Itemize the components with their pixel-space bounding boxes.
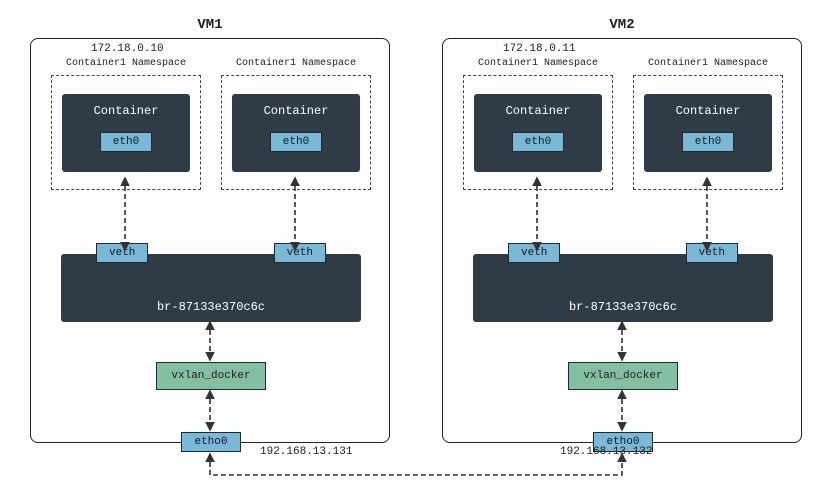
eth0-icon: eth0 xyxy=(100,132,152,152)
bridge-name: br-87133e370c6c xyxy=(473,300,773,314)
network-diagram: VM1 172.18.0.10 Container1 Namespace Con… xyxy=(0,0,830,500)
vm2-ns2: Container1 Namespace Container eth0 xyxy=(633,75,783,190)
eth0-icon: eth0 xyxy=(682,132,734,152)
vm2-ns1: Container1 Namespace Container eth0 xyxy=(463,75,613,190)
vm1-box: VM1 172.18.0.10 Container1 Namespace Con… xyxy=(30,38,390,443)
vm2-ns2-label: Container1 Namespace xyxy=(634,58,782,69)
vm1-vxlan: vxlan_docker xyxy=(156,362,266,390)
veth-tag: veth xyxy=(274,243,326,263)
veth-tag: veth xyxy=(96,243,148,263)
bridge-name: br-87133e370c6c xyxy=(61,300,361,314)
vm2-container-ip: 172.18.0.11 xyxy=(503,43,576,55)
vm2-box: VM2 172.18.0.11 Container1 Namespace Con… xyxy=(442,38,802,443)
container-label: Container xyxy=(474,104,602,118)
vm2-title: VM2 xyxy=(443,17,801,33)
container-label: Container xyxy=(644,104,772,118)
veth-tag: veth xyxy=(508,243,560,263)
vm2-ns2-container: Container eth0 xyxy=(644,94,772,172)
vm1-ns1: Container1 Namespace Container eth0 xyxy=(51,75,201,190)
container-label: Container xyxy=(232,104,360,118)
vm1-host-ip: 192.168.13.131 xyxy=(260,446,352,458)
container-label: Container xyxy=(62,104,190,118)
vm1-ns2-label: Container1 Namespace xyxy=(222,58,370,69)
vm1-ns1-label: Container1 Namespace xyxy=(52,58,200,69)
vm1-ns1-container: Container eth0 xyxy=(62,94,190,172)
vm2-ns1-label: Container1 Namespace xyxy=(464,58,612,69)
vm2-ns1-container: Container eth0 xyxy=(474,94,602,172)
vm2-vxlan: vxlan_docker xyxy=(568,362,678,390)
vm1-host-iface: etho0 xyxy=(179,432,243,452)
vm1-title: VM1 xyxy=(31,17,389,33)
vm1-ns2: Container1 Namespace Container eth0 xyxy=(221,75,371,190)
etho0-tag: etho0 xyxy=(181,432,240,452)
vm2-host-ip: 192.168.13.132 xyxy=(560,446,652,458)
eth0-icon: eth0 xyxy=(270,132,322,152)
vm1-container-ip: 172.18.0.10 xyxy=(91,43,164,55)
eth0-icon: eth0 xyxy=(512,132,564,152)
vm1-bridge: veth veth br-87133e370c6c xyxy=(61,254,361,322)
vm2-bridge: veth veth br-87133e370c6c xyxy=(473,254,773,322)
vm1-ns2-container: Container eth0 xyxy=(232,94,360,172)
veth-tag: veth xyxy=(686,243,738,263)
